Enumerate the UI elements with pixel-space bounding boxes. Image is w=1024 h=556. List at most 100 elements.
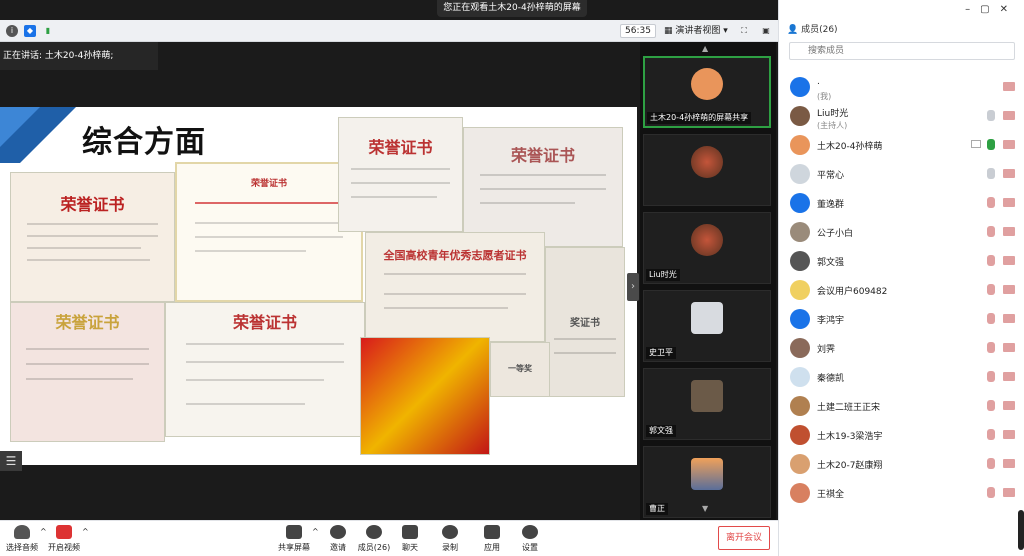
member-row[interactable]: 李鸿宇 <box>779 306 1015 332</box>
leave-meeting-button[interactable]: 离开会议 <box>718 526 770 550</box>
member-row[interactable]: 土建二班王正宋 <box>779 393 1015 419</box>
certificate-title: 荣誉证书 <box>60 195 125 214</box>
camera-off-icon[interactable] <box>1003 401 1015 410</box>
window-controls[interactable]: –▢✕ <box>965 4 1018 15</box>
mic-muted-icon[interactable] <box>987 313 995 324</box>
camera-off-icon[interactable] <box>1003 140 1015 149</box>
member-row[interactable]: 土木20-4孙梓萌 <box>779 132 1015 158</box>
camera-off-icon[interactable] <box>1003 459 1015 468</box>
avatar <box>790 396 810 416</box>
chevron-up-icon[interactable]: ^ <box>82 527 89 536</box>
apps-icon <box>484 525 500 539</box>
avatar <box>691 224 723 256</box>
collapse-strip-icon[interactable]: › <box>627 273 639 301</box>
mic-muted-icon[interactable] <box>987 226 995 237</box>
video-label: 开启视频 <box>48 543 80 552</box>
mic-muted-icon[interactable] <box>987 255 995 266</box>
member-row[interactable]: 郭文强 <box>779 248 1015 274</box>
invite-button[interactable]: 邀请 <box>320 524 356 553</box>
mic-muted-icon[interactable] <box>987 487 995 498</box>
mic-muted-icon[interactable] <box>987 342 995 353</box>
avatar <box>790 425 810 445</box>
audio-label: 选择音频 <box>6 543 38 552</box>
share-label: 共享屏幕 <box>278 543 310 552</box>
panel-toggle-icon[interactable]: ▣ <box>760 25 772 37</box>
share-screen-button[interactable]: 共享屏幕 <box>276 524 312 553</box>
avatar <box>691 146 723 178</box>
camera-off-icon[interactable] <box>1003 343 1015 352</box>
video-button[interactable]: 开启视频 <box>46 524 82 553</box>
certificate-title: 荣誉证书 <box>55 313 120 332</box>
shared-slide: 综合方面 荣誉证书 荣誉证书 荣誉证书 荣誉证书 荣誉证书 荣誉证书 全国高校青… <box>0 107 637 465</box>
members-icon: 👤 <box>787 25 802 35</box>
member-name: 董逸群 <box>817 200 845 210</box>
avatar <box>790 483 810 503</box>
camera-off-icon[interactable] <box>1003 372 1015 381</box>
audio-button[interactable]: 选择音频 <box>4 524 40 553</box>
strip-up-icon[interactable]: ▲ <box>702 44 708 53</box>
list-icon[interactable]: ☰ <box>0 451 22 471</box>
mic-muted-icon[interactable] <box>987 429 995 440</box>
tile-label: 曹正 <box>646 503 668 515</box>
apps-label: 应用 <box>484 543 500 552</box>
meeting-timer: 56:35 <box>620 24 656 38</box>
mic-muted-icon[interactable] <box>987 400 995 411</box>
camera-off-icon[interactable] <box>1003 285 1015 294</box>
video-tile[interactable]: 郭文强 <box>643 368 771 440</box>
video-tile[interactable]: Liu时光 <box>643 212 771 284</box>
camera-off-icon[interactable] <box>1003 314 1015 323</box>
member-row[interactable]: 王祺全 <box>779 480 1015 506</box>
shield-icon[interactable]: ◆ <box>24 25 36 37</box>
member-row[interactable]: 平常心 <box>779 161 1015 187</box>
video-strip: ▲ 土木20-4孙梓萌的屏幕共享 Liu时光 史卫平 郭文强 曹正 ▼ <box>640 42 776 520</box>
settings-button[interactable]: 设置 <box>512 524 548 553</box>
member-row[interactable]: 公子小白 <box>779 219 1015 245</box>
camera-off-icon[interactable] <box>1003 430 1015 439</box>
mic-icon[interactable] <box>987 139 995 150</box>
member-row[interactable]: 土木19-3梁浩宇 <box>779 422 1015 448</box>
member-role: (主持人) <box>817 121 848 130</box>
mic-muted-icon[interactable] <box>987 371 995 382</box>
tile-label: 土木20-4孙梓萌的屏幕共享 <box>647 112 752 124</box>
member-row[interactable]: 会议用户609482 <box>779 277 1015 303</box>
mic-icon[interactable] <box>987 168 995 179</box>
mic-icon[interactable] <box>987 110 995 121</box>
camera-off-icon[interactable] <box>1003 169 1015 178</box>
view-selector[interactable]: ▦ 演讲者视图 ▾ <box>660 24 732 38</box>
certificate-title: 荣誉证书 <box>368 138 433 157</box>
camera-off-icon[interactable] <box>1003 256 1015 265</box>
camera-off-icon[interactable] <box>1003 227 1015 236</box>
camera-off-icon[interactable] <box>1003 111 1015 120</box>
scrollbar[interactable] <box>1018 510 1024 550</box>
member-name: 刘霁 <box>817 345 836 355</box>
search-input[interactable] <box>789 42 1015 60</box>
member-row[interactable]: 董逸群 <box>779 190 1015 216</box>
video-tile[interactable]: 土木20-4孙梓萌的屏幕共享 <box>643 56 771 128</box>
video-tile[interactable]: 史卫平 <box>643 290 771 362</box>
member-row[interactable]: 刘霁 <box>779 335 1015 361</box>
member-row[interactable]: . (我) <box>779 74 1015 101</box>
mic-muted-icon[interactable] <box>987 458 995 469</box>
member-row[interactable]: 秦德凯 <box>779 364 1015 390</box>
panel-title: 👤 成员(26) <box>787 22 838 35</box>
screen-share-icon <box>971 140 981 148</box>
video-tile[interactable] <box>643 134 771 206</box>
mic-muted-icon[interactable] <box>987 284 995 295</box>
signal-icon[interactable]: ▮ <box>42 25 54 37</box>
record-button[interactable]: 录制 <box>432 524 468 553</box>
avatar <box>790 106 810 126</box>
fullscreen-icon[interactable]: ⛶ <box>738 25 750 37</box>
member-row[interactable]: Liu时光 (主持人) <box>779 103 1015 130</box>
strip-down-icon[interactable]: ▼ <box>702 504 708 513</box>
member-row[interactable]: 土木20-7赵康翔 <box>779 451 1015 477</box>
apps-button[interactable]: 应用 <box>474 524 510 553</box>
camera-off-icon[interactable] <box>1003 82 1015 91</box>
info-icon[interactable]: i <box>6 25 18 37</box>
camera-off-icon[interactable] <box>1003 198 1015 207</box>
chat-label: 聊天 <box>402 543 418 552</box>
camera-off-icon[interactable] <box>1003 488 1015 497</box>
mic-muted-icon[interactable] <box>987 197 995 208</box>
members-button[interactable]: 成员(26) <box>356 524 392 553</box>
chevron-up-icon[interactable]: ^ <box>312 527 319 536</box>
chat-button[interactable]: 聊天 <box>392 524 428 553</box>
